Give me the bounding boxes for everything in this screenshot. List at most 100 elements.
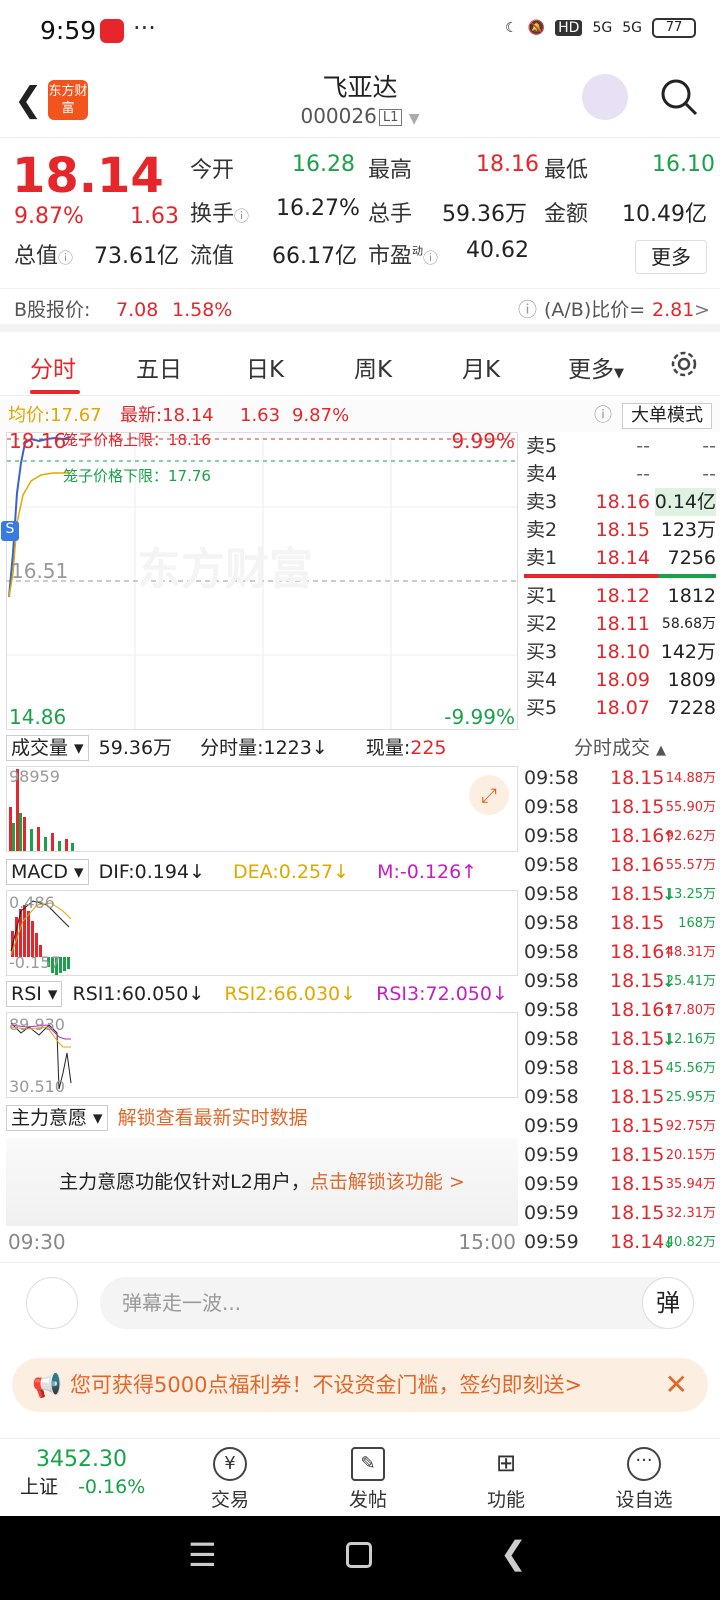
- home-icon[interactable]: [346, 1542, 372, 1568]
- tick-row: 09:58 18.16 ↑ 92.62万: [520, 822, 720, 851]
- macd-panel[interactable]: MACD ▾ DIF:0.194↓ DEA:0.257↓ M:-0.126↑ 0…: [6, 856, 518, 976]
- tab-more[interactable]: 更多▼: [568, 350, 624, 384]
- tick-amount: 13.25万: [665, 887, 716, 902]
- promo-banner[interactable]: 📢 您可获得5000点福利券！不设资金门槛，签约即刻送> ✕: [12, 1358, 708, 1412]
- index-widget[interactable]: 3452.30 上证 -0.16%: [20, 1447, 170, 1499]
- rsi-chart: 89.930 30.510: [6, 1012, 518, 1098]
- help-icon[interactable]: ⓘ: [518, 289, 537, 331]
- promo-message[interactable]: 您可获得5000点福利券！不设资金门槛，签约即刻送>: [70, 1358, 582, 1412]
- app-notification-icon: [100, 19, 124, 43]
- trade-label: 交易: [210, 1489, 249, 1511]
- last-price: 18.14: [12, 148, 164, 204]
- macd-select[interactable]: MACD ▾: [6, 859, 89, 885]
- tab-weekly-k[interactable]: 周K: [354, 350, 392, 384]
- tab-daily-k[interactable]: 日K: [246, 350, 284, 384]
- robot-assistant-icon[interactable]: [582, 74, 628, 120]
- volume-select-label: 成交量: [11, 737, 69, 759]
- tick-price: 18.16: [610, 854, 665, 876]
- function-button[interactable]: ⊞ 功能: [456, 1447, 556, 1512]
- l2-note: 主力意愿功能仅针对L2用户，: [59, 1171, 310, 1193]
- help-icon[interactable]: ⓘ: [594, 400, 612, 432]
- info-icon[interactable]: ⓘ: [234, 207, 249, 225]
- sell-2-row: 卖2 18.15 123万: [524, 516, 720, 544]
- turnover-value: 16.27%: [276, 196, 360, 221]
- l2-banner[interactable]: 主力意愿功能仅针对L2用户，点击解锁该功能 >: [6, 1138, 518, 1226]
- tick-time: 09:59: [524, 1231, 579, 1253]
- tick-time: 09:58: [524, 883, 579, 905]
- info-icon[interactable]: ⓘ: [423, 249, 438, 267]
- latest-chg: 1.63: [240, 405, 281, 426]
- macd-top-label: 0.486: [9, 893, 55, 912]
- book-vol: --: [702, 435, 716, 457]
- tick-price: 18.16: [610, 999, 665, 1021]
- tab-intraday[interactable]: 分时: [30, 350, 76, 384]
- volume-select[interactable]: 成交量 ▾: [6, 735, 89, 761]
- tick-amount: 17.80万: [665, 1003, 716, 1018]
- macd-chart-svg: [10, 900, 72, 975]
- main-force-select[interactable]: 主力意愿 ▾: [6, 1105, 108, 1131]
- tick-list-header[interactable]: 分时成交 ▲: [520, 732, 720, 764]
- tick-row: 09:58 18.15 168万: [520, 909, 720, 938]
- tick-row: 09:59 18.15 35.94万: [520, 1170, 720, 1199]
- danmu-bar: 弹幕走一波... 弹: [0, 1262, 720, 1342]
- danmu-input[interactable]: 弹幕走一波...: [100, 1277, 694, 1329]
- rsi-select[interactable]: RSI ▾: [6, 981, 63, 1007]
- tick-amount: 25.95万: [665, 1090, 716, 1105]
- pe-value: 40.62: [466, 238, 529, 263]
- tick-amount: 92.75万: [665, 1119, 716, 1134]
- book-label: 卖1: [526, 547, 558, 569]
- pe-dynamic-sup: 动: [412, 244, 424, 258]
- gear-icon[interactable]: [668, 348, 700, 380]
- expand-icon[interactable]: ⤢: [469, 775, 509, 815]
- order-book: 卖5 -- -- 卖4 -- -- 卖3 18.16 0.14亿 卖2 18.15 123万 卖…: [520, 432, 720, 730]
- mute-icon: 🔕: [527, 20, 546, 36]
- back-nav-icon[interactable]: ❮: [500, 1534, 527, 1572]
- post-button[interactable]: ✎ 发帖: [318, 1447, 418, 1512]
- info-icon[interactable]: ⓘ: [58, 249, 73, 267]
- battery-icon: 77: [652, 18, 696, 38]
- tick-time: 09:58: [524, 854, 579, 876]
- b-share-bar[interactable]: B股报价: 7.08 1.58% ⓘ (A/B)比价= 2.81 >: [0, 288, 720, 332]
- trade-button[interactable]: ¥ 交易: [180, 1447, 280, 1512]
- volume-panel[interactable]: 成交量 ▾ 59.36万 分时量:1223↓ 现量:225 98959 ⤢: [6, 732, 518, 854]
- current-volume-value: 225: [410, 737, 447, 759]
- book-vol: 1809: [667, 669, 716, 691]
- unlock-realtime-link[interactable]: 解锁查看最新实时数据: [118, 1107, 308, 1129]
- buy-3-row: 买3 18.10 142万: [524, 638, 720, 666]
- rsi-header: RSI ▾ RSI1:60.050↓ RSI2:66.030↓ RSI3:72.…: [6, 978, 518, 1010]
- tick-row: 09:58 18.16 55.57万: [520, 851, 720, 880]
- open-label: 今开: [190, 158, 235, 183]
- tick-list[interactable]: 分时成交 ▲ 09:58 18.15 14.88万 09:58 18.15 55.90万 0…: [520, 732, 720, 1260]
- lower-price-label: 14.86: [9, 705, 67, 729]
- intraday-chart[interactable]: 18.16 9.99% 笼子价格上限：18.16 笼子价格下限：17.76 东方…: [1, 429, 518, 730]
- rsi3: RSI3:72.050↓: [376, 983, 508, 1005]
- tab-monthly-k[interactable]: 月K: [462, 350, 500, 384]
- menu-icon[interactable]: ☰: [188, 1536, 217, 1574]
- tab-five-day[interactable]: 五日: [136, 350, 182, 384]
- more-button[interactable]: 更多: [635, 240, 707, 274]
- macd-m: M:-0.126↑: [377, 861, 478, 883]
- current-volume: 现量:225: [366, 737, 447, 759]
- rsi2: RSI2:66.030↓: [224, 983, 357, 1005]
- time-axis: 09:30 15:00: [6, 1230, 518, 1260]
- chat-icon[interactable]: [26, 1277, 78, 1329]
- unlock-feature-link[interactable]: 点击解锁该功能 >: [310, 1171, 465, 1193]
- tick-list-title: 分时成交: [573, 737, 650, 759]
- yen-icon: ¥: [213, 1447, 247, 1481]
- rsi-panel[interactable]: RSI ▾ RSI1:60.050↓ RSI2:66.030↓ RSI3:72.…: [6, 978, 518, 1100]
- danmu-toggle-button[interactable]: 弹: [642, 1277, 694, 1329]
- sell-marker[interactable]: S: [1, 521, 19, 541]
- post-label: 发帖: [348, 1489, 387, 1511]
- buy-4-row: 买4 18.09 1809: [524, 666, 720, 694]
- close-icon[interactable]: ✕: [665, 1358, 688, 1412]
- tick-amount: 20.15万: [665, 1148, 716, 1163]
- book-vol: 58.68万: [661, 616, 716, 632]
- tick-price: 18.15: [610, 912, 665, 934]
- big-order-mode-button[interactable]: 大单模式: [622, 403, 712, 429]
- high-value: 18.16: [476, 152, 539, 177]
- upper-pct-label: 9.99%: [451, 429, 515, 453]
- tick-row: 09:58 18.15 ↓ 13.25万: [520, 880, 720, 909]
- index-name: 上证: [20, 1476, 59, 1498]
- search-icon[interactable]: [660, 78, 698, 116]
- add-watchlist-button[interactable]: ··· 设自选: [594, 1447, 694, 1512]
